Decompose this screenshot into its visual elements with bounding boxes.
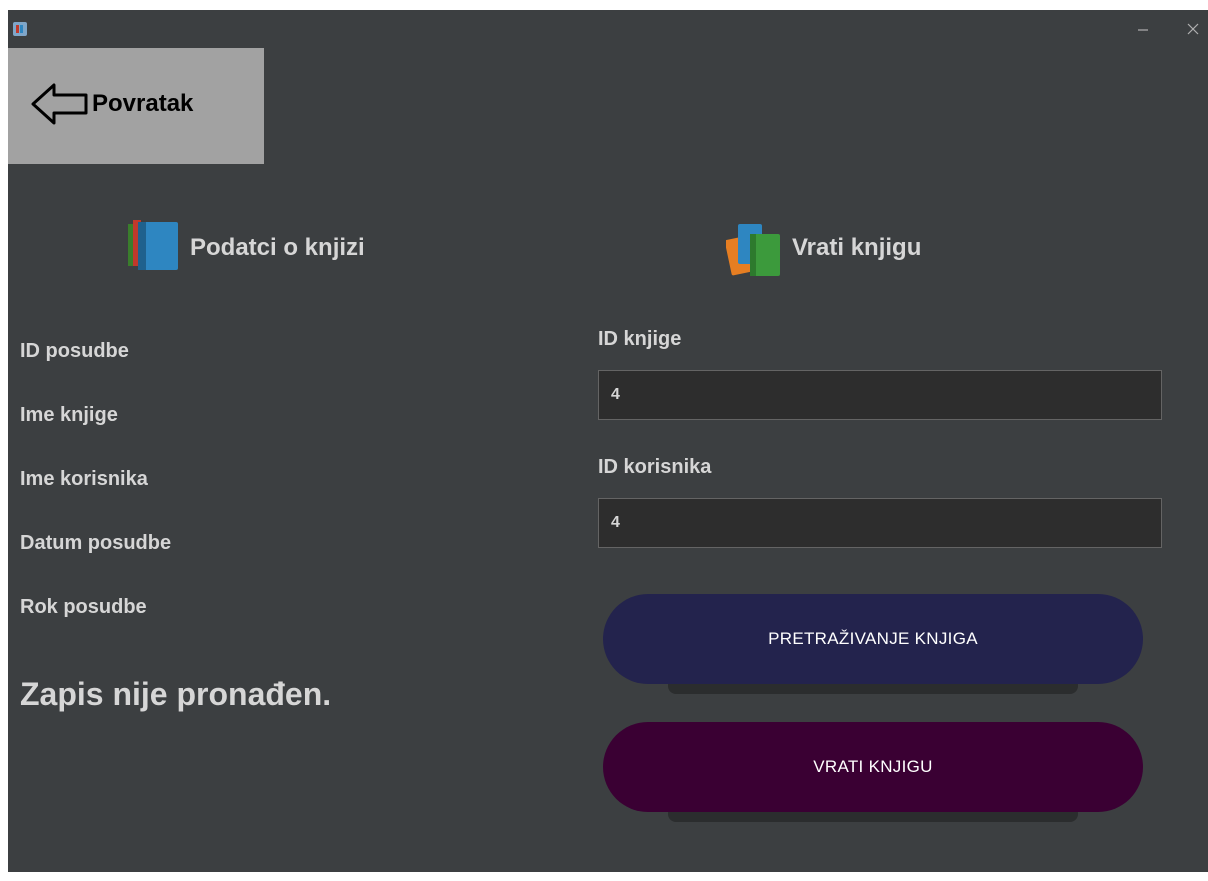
back-button-label: Povratak [92,90,194,117]
user-id-label: ID korisnika [598,456,712,478]
return-button-shadow [668,812,1078,822]
back-arrow-icon [31,83,88,125]
book-id-field[interactable] [598,370,1162,420]
minimize-button[interactable] [1128,16,1158,42]
app-window: Povratak Podatci o knjizi ID posudbe Ime… [8,10,1208,872]
books-icon [128,220,178,270]
title-bar [8,10,1208,48]
close-icon [1187,23,1199,35]
left-panel-title: Podatci o knjizi [190,234,365,261]
return-book-icon [726,224,780,276]
label-book-name: Ime knjige [20,404,118,426]
right-panel-title: Vrati knjigu [792,234,922,261]
user-id-input[interactable] [599,499,1161,547]
label-loan-date: Datum posudbe [20,532,172,554]
search-button-shadow [668,684,1078,694]
search-books-button[interactable]: PRETRAŽIVANJE KNJIGA [603,594,1143,684]
minimize-icon [1138,29,1148,31]
back-button[interactable]: Povratak [8,48,264,164]
book-id-label: ID knjige [598,328,682,350]
book-id-input[interactable] [599,371,1161,419]
close-button[interactable] [1178,16,1208,42]
app-icon [13,22,27,36]
label-loan-id: ID posudbe [20,340,129,362]
user-id-field[interactable] [598,498,1162,548]
label-user-name: Ime korisnika [20,468,148,490]
return-book-button[interactable]: VRATI KNJIGU [603,722,1143,812]
status-message: Zapis nije pronađen. [20,676,332,712]
label-due-date: Rok posudbe [20,596,147,618]
